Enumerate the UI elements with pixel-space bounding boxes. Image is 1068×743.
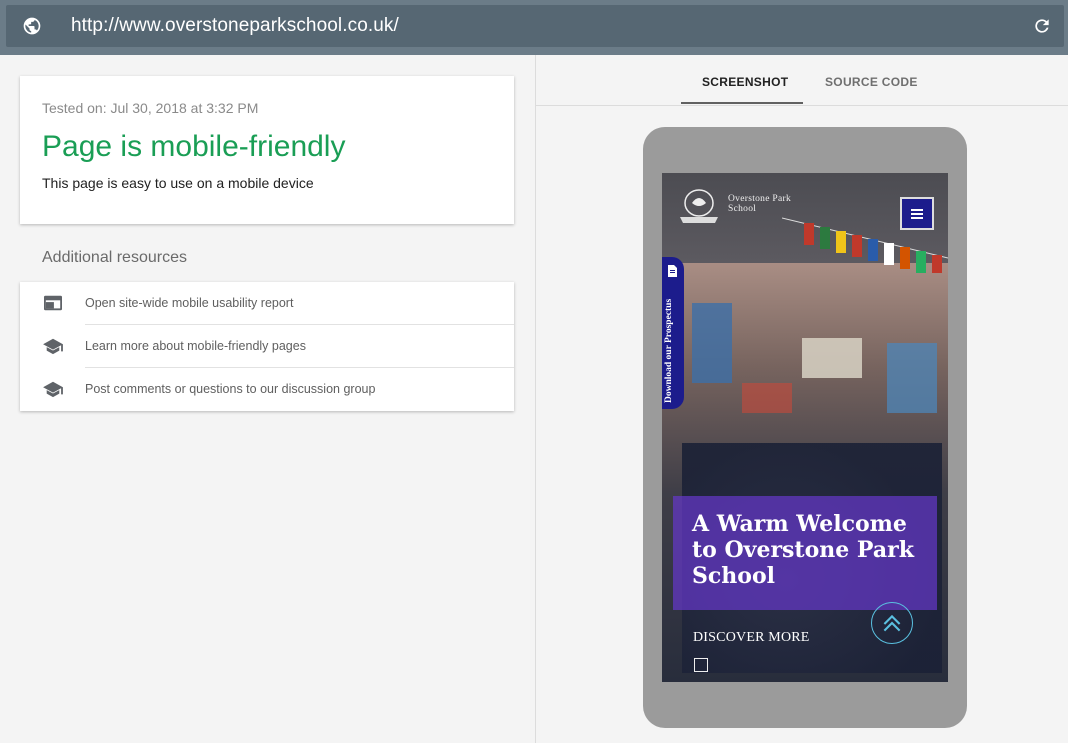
school-name-line1: Overstone Park	[728, 194, 792, 204]
address-bar-container: http://www.overstoneparkschool.co.uk/	[0, 0, 1068, 55]
results-panel: Tested on: Jul 30, 2018 at 3:32 PM Page …	[0, 55, 535, 743]
wall-display	[742, 383, 792, 413]
result-headline: Page is mobile-friendly	[42, 130, 346, 163]
preview-panel: SCREENSHOT SOURCE CODE Overstone Park Sc…	[535, 55, 1068, 743]
scroll-up-button[interactable]	[871, 602, 913, 644]
active-tab-indicator	[681, 102, 803, 104]
prospectus-label: Download our Prospectus	[664, 298, 674, 403]
phone-frame: Overstone Park School Download our Prosp…	[643, 127, 967, 728]
resource-item-learn-more[interactable]: Learn more about mobile-friendly pages	[20, 325, 514, 368]
result-subtitle: This page is easy to use on a mobile dev…	[42, 175, 314, 191]
resource-item-label: Learn more about mobile-friendly pages	[85, 339, 306, 353]
resource-item-discussion-group[interactable]: Post comments or questions to our discus…	[20, 368, 514, 411]
wall-display	[887, 343, 937, 413]
tab-bar: SCREENSHOT SOURCE CODE	[536, 55, 1068, 106]
welcome-heading: A Warm Welcome to Overstone Park School	[692, 511, 914, 589]
browser-window-icon	[44, 295, 62, 311]
welcome-banner: A Warm Welcome to Overstone Park School	[673, 496, 937, 610]
wall-display	[692, 303, 732, 383]
menu-bar	[911, 213, 923, 215]
phone-screen[interactable]: Overstone Park School Download our Prosp…	[662, 173, 948, 682]
hamburger-menu-button[interactable]	[900, 197, 934, 230]
double-chevron-up-icon	[883, 614, 901, 632]
menu-bar	[911, 209, 923, 211]
wall-display	[802, 338, 862, 378]
resource-item-usability-report[interactable]: Open site-wide mobile usability report	[20, 282, 514, 325]
additional-resources-title: Additional resources	[42, 249, 187, 266]
document-icon	[668, 265, 677, 277]
school-name-line2: School	[728, 204, 757, 214]
discover-more-link[interactable]: DISCOVER MORE	[693, 630, 810, 646]
school-crest-logo	[680, 189, 718, 223]
tab-screenshot[interactable]: SCREENSHOT	[702, 75, 788, 89]
result-card: Tested on: Jul 30, 2018 at 3:32 PM Page …	[20, 76, 514, 224]
globe-icon	[23, 17, 41, 35]
tested-on-text: Tested on: Jul 30, 2018 at 3:32 PM	[42, 100, 259, 116]
graduation-cap-icon	[43, 338, 63, 355]
resource-item-label: Open site-wide mobile usability report	[85, 296, 294, 310]
url-bar[interactable]: http://www.overstoneparkschool.co.uk/	[6, 5, 1064, 47]
url-text[interactable]: http://www.overstoneparkschool.co.uk/	[71, 15, 399, 37]
resource-item-label: Post comments or questions to our discus…	[85, 382, 376, 396]
site-header: Overstone Park School	[662, 173, 948, 273]
menu-bar	[911, 217, 923, 219]
school-name: Overstone Park School	[728, 194, 808, 214]
resources-card: Open site-wide mobile usability report L…	[20, 282, 514, 411]
graduation-cap-icon	[43, 381, 63, 398]
refresh-icon[interactable]	[1032, 16, 1052, 36]
tab-source-code[interactable]: SOURCE CODE	[825, 75, 918, 89]
checkbox-square[interactable]	[694, 658, 708, 672]
